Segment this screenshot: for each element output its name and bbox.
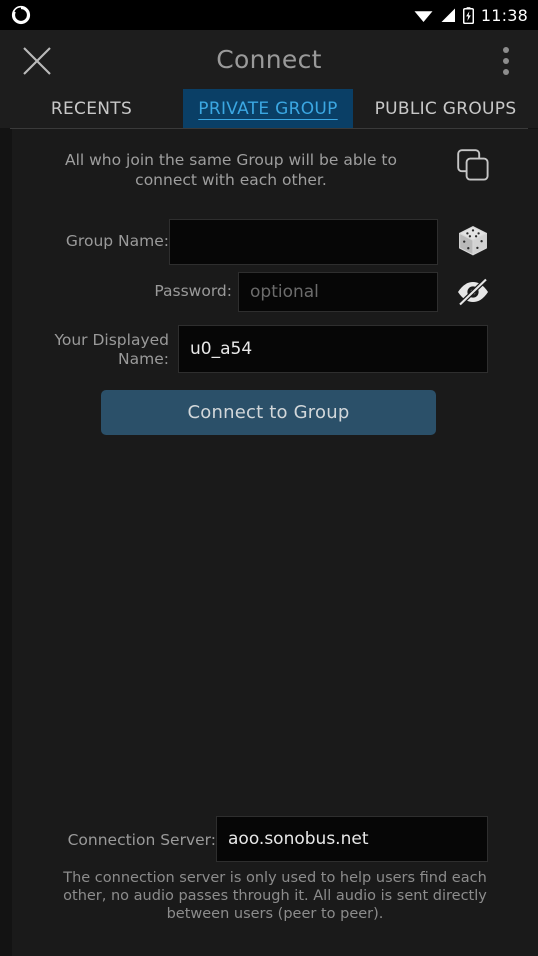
status-bar-clock: 11:38 [480,5,528,25]
password-label: Password: [154,282,232,300]
more-vertical-icon[interactable] [484,38,528,84]
wifi-icon [414,8,433,23]
battery-charging-icon [462,6,474,24]
tab-public-groups-label: PUBLIC GROUPS [374,98,517,119]
group-info-text: All who join the same Group will be able… [64,151,397,189]
tab-recents-label: RECENTS [50,98,133,119]
circle-notification-icon [10,4,32,26]
status-icons: 11:38 [414,0,528,30]
tab-public-groups[interactable]: PUBLIC GROUPS [353,89,538,128]
password-placeholder: optional [250,282,319,302]
displayed-name-label: Your Displayed Name: [54,331,169,368]
connection-server-value: aoo.sonobus.net [228,829,369,849]
status-bar: 11:38 [0,0,538,30]
group-name-input[interactable] [169,219,438,265]
connect-to-group-button[interactable]: Connect to Group [101,390,436,435]
group-name-label: Group Name: [65,232,169,250]
connect-screen: 11:38 Connect RECENTS PRIVATE GROUP PUBL… [0,0,538,956]
tab-bar: RECENTS PRIVATE GROUP PUBLIC GROUPS [0,89,538,128]
connection-server-input[interactable]: aoo.sonobus.net [216,816,488,862]
connection-server-note: The connection server is only used to he… [63,870,487,922]
page-title-label: Connect [216,45,322,74]
displayed-name-input[interactable]: u0_a54 [178,325,488,373]
password-input[interactable]: optional [238,272,438,312]
eye-off-icon[interactable] [449,269,497,315]
private-group-panel: All who join the same Group will be able… [12,129,538,956]
cell-signal-icon [440,8,456,23]
connect-to-group-label: Connect to Group [187,402,350,423]
page-title: Connect [0,30,538,89]
tab-private-group[interactable]: PRIVATE GROUP [183,89,353,128]
dice-icon[interactable] [449,217,497,265]
tab-recents[interactable]: RECENTS [0,89,183,128]
copy-icon[interactable] [449,141,497,189]
connection-server-label: Connection Server: [67,831,216,849]
tab-private-group-label: PRIVATE GROUP [198,98,338,119]
displayed-name-value: u0_a54 [190,339,253,359]
